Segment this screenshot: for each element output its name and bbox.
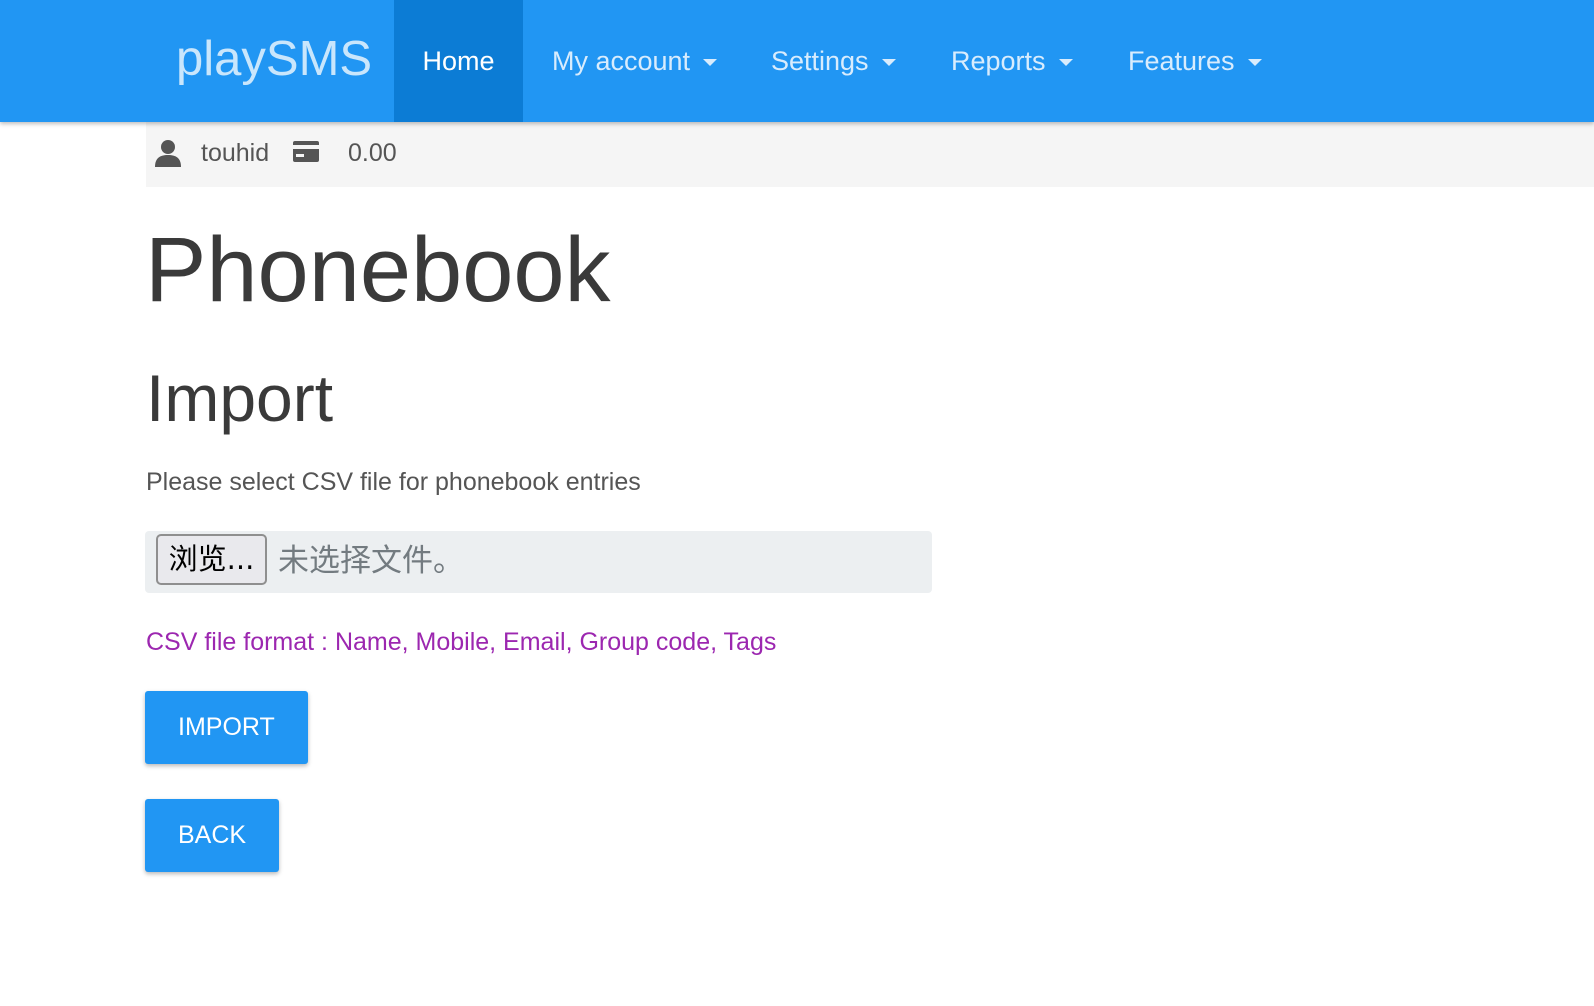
csv-format-hint: CSV file format : Name, Mobile, Email, G…	[146, 628, 777, 656]
nav-features-label: Features	[1128, 45, 1235, 76]
chevron-down-icon	[1247, 59, 1262, 66]
nav-home[interactable]: Home	[394, 0, 523, 122]
nav-my-account-label: My account	[552, 45, 691, 76]
csv-file-input[interactable]: 浏览... 未选择文件。	[145, 531, 932, 593]
top-navbar: playSMS Home My account Settings Reports…	[0, 0, 1594, 122]
chevron-down-icon	[881, 59, 896, 66]
chevron-down-icon	[1058, 59, 1073, 66]
nav-settings[interactable]: Settings	[771, 0, 896, 122]
nav-reports-label: Reports	[951, 45, 1046, 76]
chevron-down-icon	[703, 59, 718, 66]
import-button[interactable]: IMPORT	[145, 691, 308, 764]
page-title: Phonebook	[145, 219, 611, 321]
nav-my-account[interactable]: My account	[552, 0, 718, 122]
browse-button[interactable]: 浏览...	[156, 534, 267, 585]
user-info-bar: touhid 0.00	[146, 122, 1594, 187]
section-title: Import	[146, 361, 334, 435]
brand-logo-link[interactable]: playSMS	[176, 30, 372, 88]
nav-reports[interactable]: Reports	[951, 0, 1073, 122]
username-link[interactable]: touhid	[201, 138, 269, 168]
credit-balance: 0.00	[348, 139, 397, 167]
user-icon	[155, 140, 181, 167]
credit-card-icon	[293, 141, 319, 162]
nav-settings-label: Settings	[771, 45, 869, 76]
back-button[interactable]: BACK	[145, 799, 280, 872]
import-instruction: Please select CSV file for phonebook ent…	[146, 468, 641, 496]
file-status-text: 未选择文件。	[278, 543, 464, 579]
nav-features[interactable]: Features	[1128, 0, 1262, 122]
nav-home-label: Home	[422, 45, 495, 76]
